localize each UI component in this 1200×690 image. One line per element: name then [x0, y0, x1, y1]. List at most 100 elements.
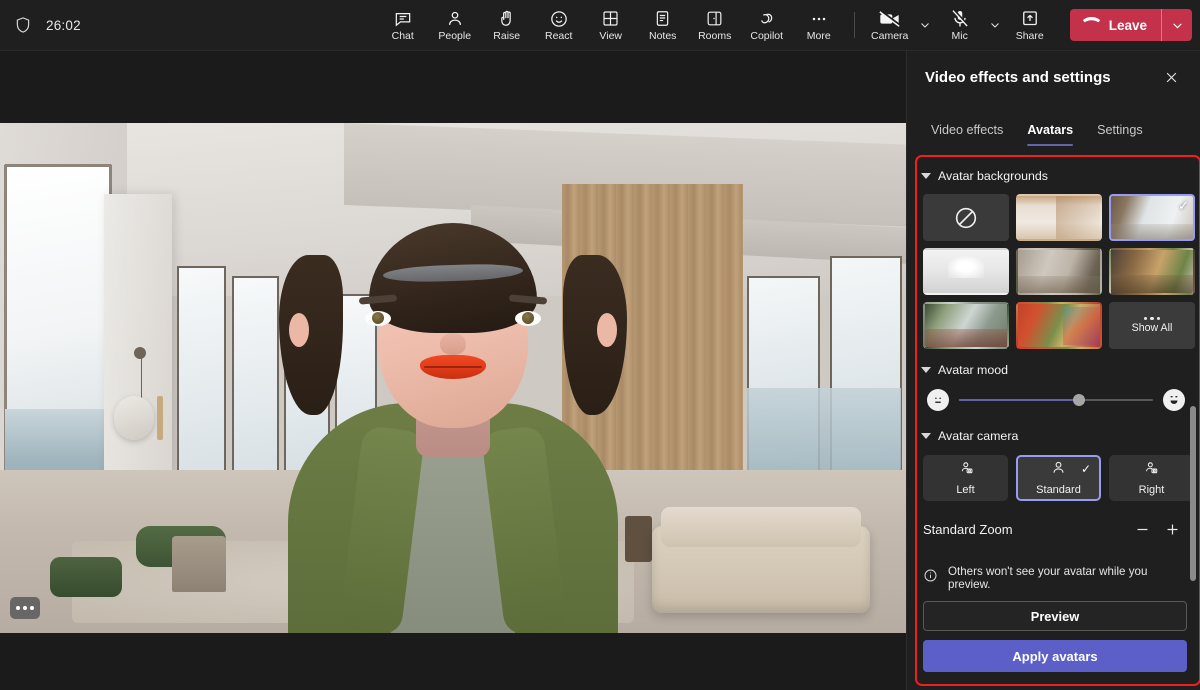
camera-option-left[interactable]: Left	[923, 455, 1008, 501]
avatar-ear-left	[289, 313, 309, 347]
dot-2	[23, 606, 27, 610]
view-grid-icon	[601, 8, 620, 29]
preview-notice: Others won't see your avatar while you p…	[907, 543, 1200, 591]
panel-title: Video effects and settings	[925, 69, 1158, 86]
background-option-wooden-loft[interactable]	[1016, 194, 1102, 241]
people-icon	[445, 8, 465, 29]
show-all-backgrounds-button[interactable]: Show All	[1109, 302, 1195, 349]
ellipsis-icon	[1144, 317, 1161, 321]
tab-settings[interactable]: Settings	[1087, 123, 1153, 146]
section-header-mood[interactable]: Avatar mood	[907, 349, 1200, 383]
raise-hand-icon	[497, 8, 517, 29]
toolbar-button-react[interactable]: React	[533, 2, 585, 48]
toolbar-button-notes[interactable]: Notes	[637, 2, 689, 48]
info-icon	[923, 568, 938, 588]
mic-options-chevron-down-icon[interactable]	[986, 5, 1004, 45]
background-option-colorful-studio[interactable]	[1016, 302, 1102, 349]
avatar-hair-right	[563, 255, 627, 415]
toolbar-label-more: More	[807, 31, 831, 42]
notes-icon	[653, 8, 672, 29]
video-more-options-icon[interactable]	[10, 597, 40, 619]
chevron-down-icon	[921, 433, 931, 439]
toolbar-label-camera: Camera	[871, 31, 908, 42]
background-option-modern-lounge[interactable]	[1016, 248, 1102, 295]
dot-3	[1157, 317, 1161, 321]
zoom-out-button[interactable]	[1127, 515, 1157, 543]
leave-button-main[interactable]: Leave	[1070, 9, 1161, 41]
tab-video-effects[interactable]: Video effects	[921, 123, 1013, 146]
toolbar-label-view: View	[599, 31, 622, 42]
neutral-face-icon	[927, 389, 949, 411]
background-thumbnail-grid: ✓ Show All	[907, 189, 1200, 349]
toolbar-label-react: React	[545, 31, 572, 42]
background-option-ocean-office[interactable]: ✓	[1109, 194, 1195, 241]
avatar-ear-right	[597, 313, 617, 347]
close-icon[interactable]	[1158, 65, 1184, 91]
camera-control-group: Camera	[864, 2, 934, 48]
dot-3	[30, 606, 34, 610]
mood-slider-row	[907, 383, 1200, 415]
react-smiley-icon	[549, 8, 569, 29]
mood-slider-thumb[interactable]	[1073, 394, 1085, 406]
mood-slider[interactable]	[959, 391, 1153, 409]
camera-standard-icon	[1049, 460, 1068, 481]
preview-button[interactable]: Preview	[923, 601, 1187, 631]
camera-options-chevron-down-icon[interactable]	[916, 5, 934, 45]
camera-option-right[interactable]: Right	[1109, 455, 1194, 501]
video-stage	[0, 51, 906, 690]
scene-pendant-disc	[114, 396, 154, 440]
toolbar-button-more[interactable]: More	[793, 2, 845, 48]
toolbar-label-notes: Notes	[649, 31, 676, 42]
camera-left-icon	[956, 460, 975, 481]
dot-1	[16, 606, 20, 610]
background-option-warm-dining[interactable]	[1109, 248, 1195, 295]
toolbar-button-raise[interactable]: Raise	[481, 2, 533, 48]
leave-button[interactable]: Leave	[1070, 9, 1192, 41]
toolbar-button-copilot[interactable]: Copilot	[741, 2, 793, 48]
scene-pendant-edge	[157, 396, 163, 440]
scene-sea-right	[747, 388, 901, 480]
background-option-garden-patio[interactable]	[923, 302, 1009, 349]
hangup-phone-icon	[1082, 13, 1101, 37]
toolbar-center: Chat People Raise	[377, 2, 1200, 48]
avatar-preview-video[interactable]	[0, 123, 906, 633]
camera-off-icon	[878, 8, 902, 29]
chevron-down-icon	[921, 367, 931, 373]
toolbar-label-rooms: Rooms	[698, 31, 731, 42]
happy-face-icon	[1163, 389, 1185, 411]
toolbar-label-share: Share	[1016, 31, 1044, 42]
video-effects-panel: Video effects and settings Video effects…	[906, 51, 1200, 690]
chevron-down-icon	[921, 173, 931, 179]
camera-option-label-left: Left	[956, 484, 974, 496]
toolbar-label-mic: Mic	[952, 31, 968, 42]
toolbar-button-rooms[interactable]: Rooms	[689, 2, 741, 48]
toolbar-button-camera[interactable]: Camera	[864, 2, 916, 48]
meeting-toolbar: 26:02 Chat People	[0, 0, 1200, 51]
section-header-camera[interactable]: Avatar camera	[907, 415, 1200, 449]
panel-scrollbar[interactable]	[1190, 406, 1196, 581]
toolbar-label-people: People	[438, 31, 471, 42]
meeting-timer: 26:02	[46, 18, 81, 33]
more-ellipsis-icon	[809, 8, 829, 29]
scene-green-chair-2	[50, 557, 122, 598]
preview-notice-text: Others won't see your avatar while you p…	[948, 565, 1185, 591]
apply-avatars-button[interactable]: Apply avatars	[923, 640, 1187, 672]
background-option-none[interactable]	[923, 194, 1009, 241]
zoom-in-button[interactable]	[1157, 515, 1187, 543]
panel-header: Video effects and settings	[907, 51, 1200, 104]
tab-avatars[interactable]: Avatars	[1017, 123, 1083, 146]
section-header-backgrounds[interactable]: Avatar backgrounds	[907, 163, 1200, 189]
background-option-white-gallery[interactable]	[923, 248, 1009, 295]
scene-stool	[172, 536, 226, 592]
toolbar-button-people[interactable]: People	[429, 2, 481, 48]
mood-slider-fill	[959, 399, 1079, 401]
shield-icon	[14, 16, 32, 34]
camera-option-standard[interactable]: ✓ Standard	[1016, 455, 1101, 501]
toolbar-button-mic[interactable]: Mic	[934, 2, 986, 48]
toolbar-left: 26:02	[0, 16, 377, 34]
toolbar-button-view[interactable]: View	[585, 2, 637, 48]
toolbar-button-chat[interactable]: Chat	[377, 2, 429, 48]
chat-icon	[393, 8, 413, 29]
leave-chevron-down-icon[interactable]	[1162, 9, 1192, 41]
toolbar-button-share[interactable]: Share	[1004, 2, 1056, 48]
